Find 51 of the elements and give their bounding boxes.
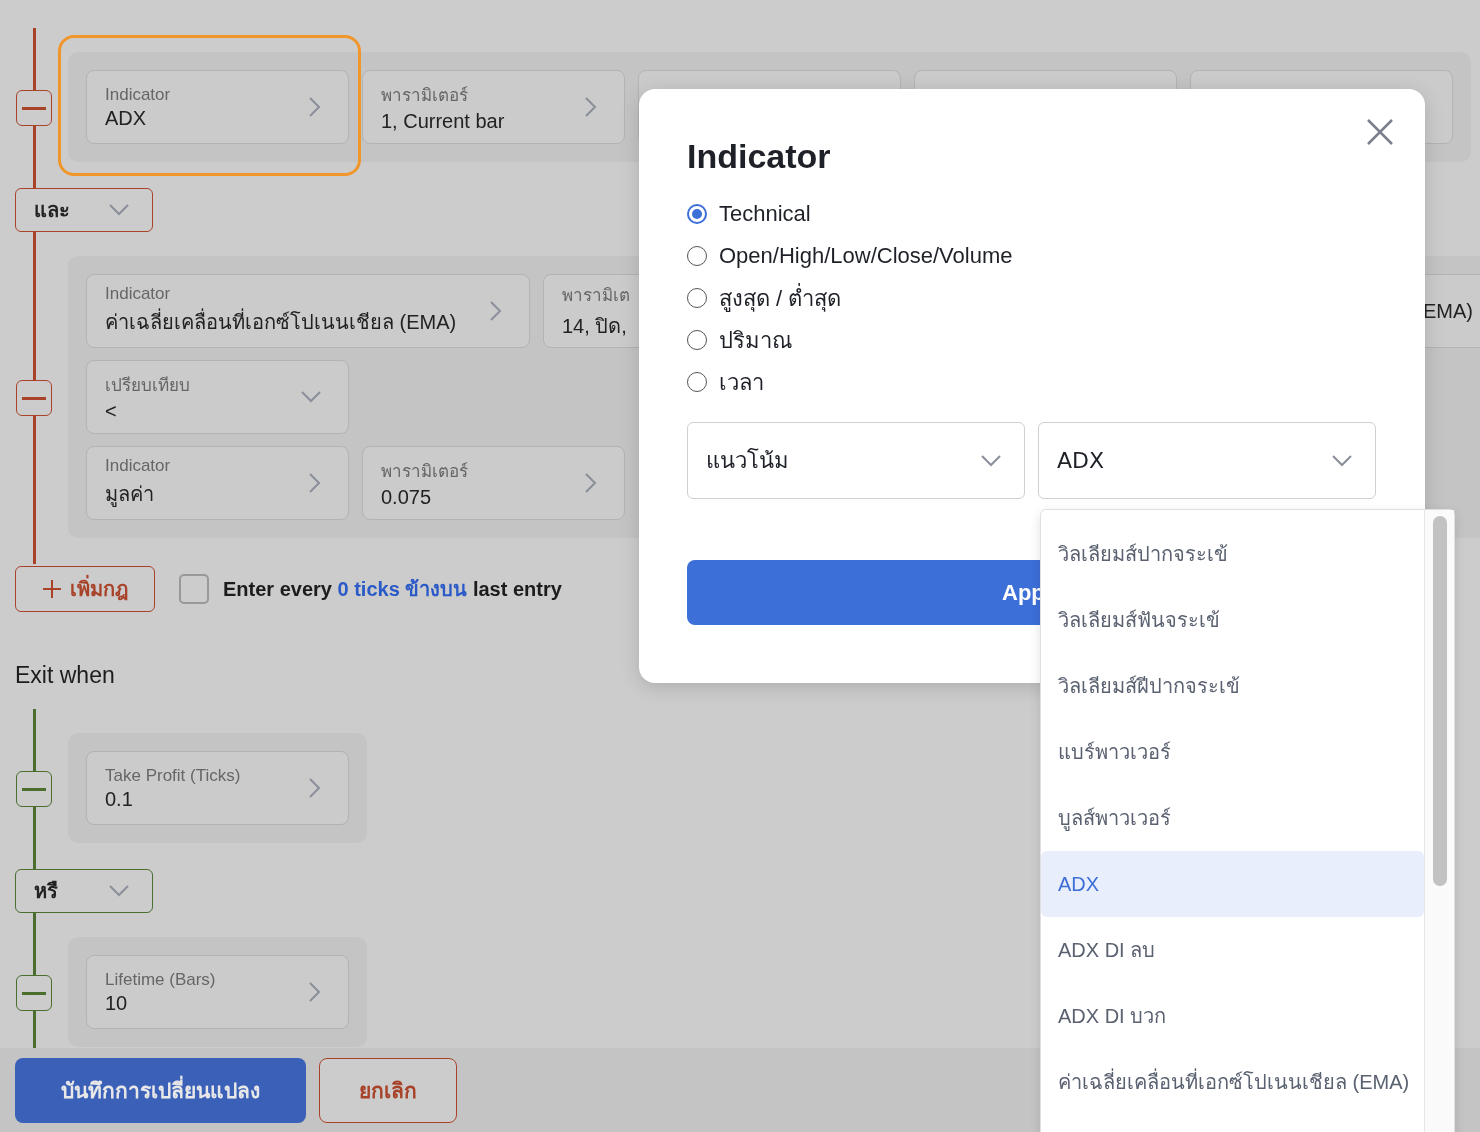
remove-button[interactable] [16, 975, 52, 1011]
picker-field[interactable]: Indicator ค่าเฉลี่ยเคลื่อนที่เอกซ์โปเนนเชียล (EMA) [86, 274, 530, 348]
chevron-right-icon [308, 96, 322, 118]
picker-field[interactable]: Take Profit (Ticks) 0.1 [86, 751, 349, 825]
close-icon[interactable] [1365, 117, 1395, 147]
chevron-down-icon [300, 390, 322, 404]
dropdown-item[interactable]: ค่าเฉลี่ยเคลื่อนที่เอกซ์โปเนนเชียล (EMA) [1041, 1049, 1424, 1115]
add-rule-button[interactable]: เพิ่มกฎ [15, 566, 155, 612]
chevron-down-icon [1331, 453, 1353, 468]
remove-button[interactable] [16, 380, 52, 416]
repeat-entry-text: Enter every 0 ticks ข้างบน last entry [223, 577, 562, 602]
chevron-right-icon [308, 472, 322, 494]
chevron-right-icon [308, 981, 322, 1003]
indicator-select[interactable]: ADX [1038, 422, 1376, 499]
picker-field[interactable]: พารามิเตอร์ 1, Current bar [362, 70, 625, 144]
scrollbar-thumb[interactable] [1433, 516, 1447, 886]
chevron-right-icon [308, 777, 322, 799]
dropdown-item[interactable]: แบร์พาวเวอร์ [1041, 719, 1424, 785]
remove-button[interactable] [16, 90, 52, 126]
dropdown-item[interactable]: ADX [1041, 851, 1424, 917]
picker-field[interactable]: Indicator ADX [86, 70, 349, 144]
picker-field[interactable]: พารามิเตอร์ 0.075 [362, 446, 625, 520]
chevron-down-icon [980, 453, 1002, 468]
dropdown-item[interactable]: วิลเลียมส์ฝีปากจระเข้ [1041, 653, 1424, 719]
logic-select[interactable]: และ [15, 188, 153, 232]
chevron-right-icon [489, 300, 503, 322]
category-select[interactable]: แนวโน้ม [687, 422, 1025, 499]
radio-option[interactable]: Open/High/Low/Close/Volume [687, 242, 1377, 270]
radio-option[interactable]: เวลา [687, 368, 1377, 396]
radio-option[interactable]: สูงสุด / ต่ำสุด [687, 284, 1377, 312]
chevron-down-icon [108, 203, 130, 217]
save-button[interactable]: บันทึกการเปลี่ยนแปลง [15, 1057, 306, 1123]
radio-option[interactable]: ปริมาณ [687, 326, 1377, 354]
plus-icon [42, 579, 62, 599]
chevron-right-icon [584, 472, 598, 494]
dropdown-item[interactable]: ADX DI ลบ [1041, 917, 1424, 983]
remove-button[interactable] [16, 771, 52, 807]
dialog-title: Indicator [687, 137, 832, 176]
radio-option[interactable]: Technical [687, 200, 1377, 228]
dropdown-item[interactable]: ADX DI บวก [1041, 983, 1424, 1049]
picker-field[interactable]: Indicator มูลค่า [86, 446, 349, 520]
chevron-right-icon [584, 96, 598, 118]
select-field[interactable]: เปรียบเทียบ < [86, 360, 349, 434]
ticks-link[interactable]: 0 ticks ข้างบน [337, 578, 468, 600]
cancel-button[interactable]: ยกเลิก [319, 1057, 457, 1123]
dropdown-item[interactable]: บูลส์พาวเวอร์ [1041, 785, 1424, 851]
picker-field[interactable]: Lifetime (Bars) 10 [86, 955, 349, 1029]
checkbox[interactable] [179, 574, 209, 604]
logic-select[interactable]: หรื [15, 869, 153, 913]
chevron-down-icon [108, 884, 130, 898]
section-heading: Exit when [15, 662, 115, 689]
